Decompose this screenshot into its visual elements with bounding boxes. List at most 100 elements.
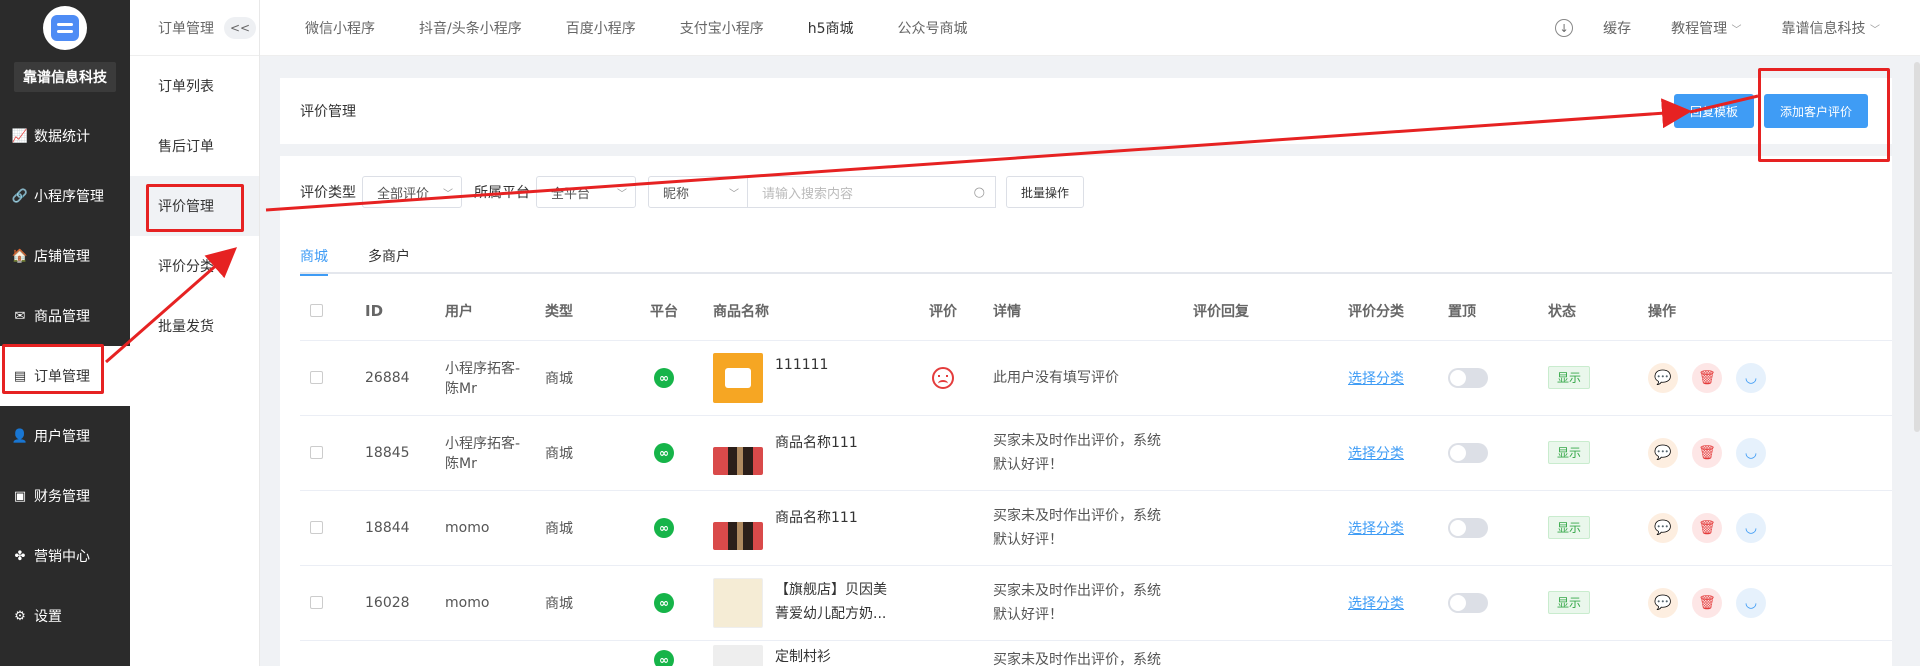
select-all-checkbox[interactable] <box>310 304 323 318</box>
sidebar-item-store[interactable]: 🏠 店铺管理 <box>0 226 130 286</box>
row-checkbox-cell <box>300 340 355 416</box>
row-actions: 💬 🗑 ◡ <box>1638 490 1892 566</box>
link-icon: ∞ <box>654 592 674 613</box>
account-menu[interactable]: 靠谱信息科技 ﹀ <box>1782 18 1880 38</box>
tutorial-menu[interactable]: 教程管理 ﹀ <box>1671 18 1741 38</box>
reply-icon[interactable]: 💬 <box>1648 362 1678 393</box>
chevron-down-icon: ﹀ <box>1870 25 1880 36</box>
row-user <box>435 640 535 666</box>
row-type: 商城 <box>535 565 625 641</box>
column-user: 用户 <box>435 282 535 341</box>
sidebar-item-miniprogram[interactable]: 🔗 小程序管理 <box>0 166 130 226</box>
choose-category-link[interactable]: 选择分类 <box>1348 596 1404 612</box>
sidebar-item-goods[interactable]: ✉ 商品管理 <box>0 286 130 346</box>
row-type: 商城 <box>535 340 625 416</box>
tab-multi-merchant[interactable]: 多商户 <box>368 238 410 274</box>
row-category: 选择分类 <box>1338 565 1438 641</box>
pin-top-toggle[interactable] <box>1448 517 1488 538</box>
column-detail: 详情 <box>983 282 1183 341</box>
search-field-select[interactable]: 昵称 ﹀ <box>648 176 748 208</box>
review-type-select[interactable]: 全部评价 ﹀ <box>362 176 462 208</box>
platform-select[interactable]: 全平台 ﹀ <box>536 176 636 208</box>
tab-official-account-mall[interactable]: 公众号商城 <box>898 18 968 38</box>
batch-operation-button[interactable]: 批量操作 <box>1006 176 1085 208</box>
search-placeholder: 请输入搜索内容 <box>762 186 854 202</box>
search-icon[interactable]: ○ <box>974 185 985 200</box>
row-id: 26884 <box>355 340 435 416</box>
download-icon[interactable]: ↓ <box>1555 19 1574 37</box>
pin-top-toggle[interactable] <box>1448 367 1488 388</box>
tab-mall[interactable]: 商城 <box>300 238 328 276</box>
finance-icon: ▣ <box>13 488 27 504</box>
row-actions: 💬 🗑 ◡ <box>1638 415 1892 491</box>
pin-top-toggle[interactable] <box>1448 592 1488 613</box>
tab-wechat-miniprogram[interactable]: 微信小程序 <box>305 18 375 38</box>
detail-text: 买家未及时作出评价，系统 <box>993 652 1161 666</box>
row-platform: ∞ <box>625 640 703 666</box>
row-category: 选择分类 <box>1338 490 1438 566</box>
choose-category-link[interactable]: 选择分类 <box>1348 521 1404 537</box>
sidebar-item-stats[interactable]: 📈 数据统计 <box>0 106 130 166</box>
row-checkbox[interactable] <box>310 521 323 534</box>
row-rating <box>903 340 983 416</box>
table-row: ∞ 定制村衫 买家未及时作出评价，系统 <box>300 640 1892 666</box>
subnav-item-order-list[interactable]: 订单列表 <box>130 56 259 116</box>
row-id: 18844 <box>355 490 435 566</box>
subnav-item-after-sales[interactable]: 售后订单 <box>130 116 259 176</box>
cache-button[interactable]: 缓存 <box>1603 18 1631 38</box>
subnav-item-review-category[interactable]: 评价分类 <box>130 236 259 296</box>
delete-icon[interactable]: 🗑 <box>1692 437 1722 468</box>
row-checkbox[interactable] <box>310 371 323 384</box>
column-status: 状态 <box>1538 282 1638 341</box>
choose-category-link[interactable]: 选择分类 <box>1348 371 1404 387</box>
row-reply <box>1183 340 1338 416</box>
delete-icon[interactable]: 🗑 <box>1692 587 1722 618</box>
sidebar-item-finance[interactable]: ▣ 财务管理 <box>0 466 130 526</box>
sidebar-item-settings[interactable]: ⚙ 设置 <box>0 586 130 646</box>
reply-icon[interactable]: 💬 <box>1648 587 1678 618</box>
reply-icon[interactable]: 💬 <box>1648 437 1678 468</box>
hide-eye-icon[interactable]: ◡ <box>1736 512 1766 543</box>
delete-icon[interactable]: 🗑 <box>1692 512 1722 543</box>
tab-douyin-miniprogram[interactable]: 抖音/头条小程序 <box>419 18 522 38</box>
sidebar-item-users[interactable]: 👤 用户管理 <box>0 406 130 466</box>
column-category: 评价分类 <box>1338 282 1438 341</box>
link-icon: ∞ <box>654 367 674 388</box>
reply-icon[interactable]: 💬 <box>1648 512 1678 543</box>
row-id: 16028 <box>355 565 435 641</box>
tab-h5-mall[interactable]: h5商城 <box>808 18 854 38</box>
hide-eye-icon[interactable]: ◡ <box>1736 587 1766 618</box>
sidebar-item-label: 营销中心 <box>34 549 90 565</box>
sidebar-item-label: 用户管理 <box>34 429 90 445</box>
goods-name: 【旗舰店】贝因美菁爱幼儿配方奶... <box>775 581 887 622</box>
column-reply: 评价回复 <box>1183 282 1338 341</box>
hide-eye-icon[interactable]: ◡ <box>1736 437 1766 468</box>
pin-top-toggle[interactable] <box>1448 442 1488 463</box>
gear-icon: ⚙ <box>14 608 26 624</box>
chevron-down-icon: ﹀ <box>443 188 453 200</box>
delete-icon[interactable]: 🗑 <box>1692 362 1722 393</box>
row-user: 小程序拓客-陈Mr <box>435 340 535 416</box>
row-checkbox-cell <box>300 490 355 566</box>
sidebar-item-marketing[interactable]: ✤ 营销中心 <box>0 526 130 586</box>
link-icon: ∞ <box>654 650 674 666</box>
tab-alipay-miniprogram[interactable]: 支付宝小程序 <box>680 18 764 38</box>
store-icon: 🏠 <box>11 248 29 264</box>
column-goods-name: 商品名称 <box>703 282 903 341</box>
search-input[interactable]: 请输入搜索内容 ○ <box>748 176 996 208</box>
content-card: 评价类型 全部评价 ﹀ 所属平台 全平台 ﹀ 昵称 ﹀ 请输入搜索内容 ○ 批量操作 商… <box>280 156 1892 666</box>
annotation-box-orders <box>2 344 104 394</box>
account-label: 靠谱信息科技 <box>1781 21 1866 37</box>
collapse-button[interactable]: << <box>224 16 256 39</box>
hide-eye-icon[interactable]: ◡ <box>1736 362 1766 393</box>
tab-baidu-miniprogram[interactable]: 百度小程序 <box>566 18 636 38</box>
sidebar-item-label: 店铺管理 <box>34 249 90 265</box>
row-checkbox[interactable] <box>310 446 323 459</box>
choose-category-link[interactable]: 选择分类 <box>1348 446 1404 462</box>
row-detail: 买家未及时作出评价，系统默认好评！ <box>983 415 1183 491</box>
page-title: 评价管理 <box>300 104 356 120</box>
page-scrollbar[interactable] <box>1914 62 1920 432</box>
subnav-item-batch-delivery[interactable]: 批量发货 <box>130 296 259 356</box>
reply-template-button[interactable]: 回复模板 <box>1674 94 1754 128</box>
row-checkbox[interactable] <box>310 596 323 609</box>
